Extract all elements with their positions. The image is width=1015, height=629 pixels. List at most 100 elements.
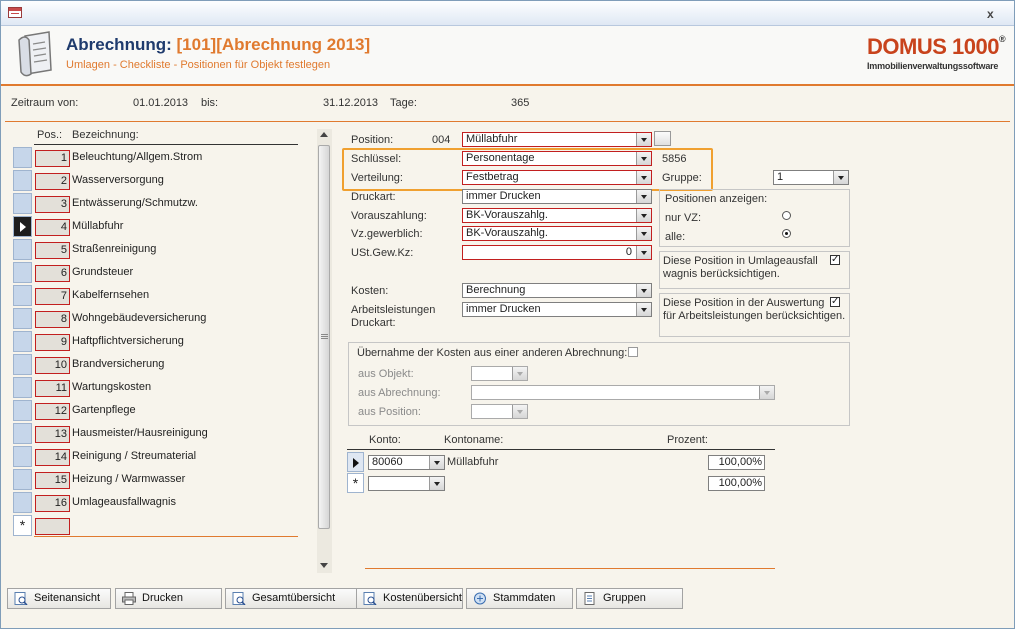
bezeichnung[interactable]: Wasserversorgung xyxy=(72,174,164,186)
list-item[interactable]: 3 Entwässerung/Schmutzw. xyxy=(13,193,299,216)
row-selector[interactable] xyxy=(13,216,32,237)
list-item[interactable]: 10 Brandversicherung xyxy=(13,354,299,377)
pos-number[interactable]: 13 xyxy=(35,426,70,443)
row-selector[interactable]: * xyxy=(13,515,32,536)
drucken-button[interactable]: Drucken xyxy=(115,588,222,609)
bezeichnung[interactable]: Umlageausfallwagnis xyxy=(72,496,176,508)
chevron-down-icon[interactable] xyxy=(636,190,651,203)
stammdaten-button[interactable]: Stammdaten xyxy=(466,588,573,609)
scroll-up-arrow[interactable] xyxy=(320,132,328,137)
chevron-down-icon[interactable] xyxy=(759,386,774,399)
chevron-down-icon[interactable] xyxy=(636,209,651,222)
new-pos-input[interactable] xyxy=(35,518,70,535)
bezeichnung[interactable]: Heizung / Warmwasser xyxy=(72,473,185,485)
row-selector[interactable] xyxy=(347,452,364,472)
uebernahme-checkbox[interactable] xyxy=(628,347,638,357)
pos-number[interactable]: 10 xyxy=(35,357,70,374)
bezeichnung[interactable]: Gartenpflege xyxy=(72,404,136,416)
list-item[interactable]: 15 Heizung / Warmwasser xyxy=(13,469,299,492)
list-item[interactable]: 8 Wohngebäudeversicherung xyxy=(13,308,299,331)
nur-vz-radio[interactable] xyxy=(782,211,791,220)
chevron-down-icon[interactable] xyxy=(833,171,848,184)
aus-objekt-select[interactable] xyxy=(471,366,528,381)
list-item[interactable]: 11 Wartungskosten xyxy=(13,377,299,400)
row-selector[interactable] xyxy=(13,147,32,168)
bezeichnung[interactable]: Kabelfernsehen xyxy=(72,289,149,301)
chevron-down-icon[interactable] xyxy=(512,405,527,418)
chevron-down-icon[interactable] xyxy=(429,456,444,469)
list-new-row[interactable]: * xyxy=(13,515,299,538)
bezeichnung[interactable]: Brandversicherung xyxy=(72,358,164,370)
vz-gewerblich-select[interactable]: BK-Vorauszahlg. xyxy=(462,226,652,241)
list-item[interactable]: 2 Wasserversorgung xyxy=(13,170,299,193)
gruppe-select[interactable]: 1 xyxy=(773,170,849,185)
prozent-new-input[interactable]: 100,00% xyxy=(708,476,765,491)
auswertung-checkbox[interactable]: ✓ xyxy=(830,297,840,307)
bezeichnung[interactable]: Hausmeister/Hausreinigung xyxy=(72,427,208,439)
list-item[interactable]: 6 Grundsteuer xyxy=(13,262,299,285)
aus-abrechnung-select[interactable] xyxy=(471,385,775,400)
pos-number[interactable]: 2 xyxy=(35,173,70,190)
bezeichnung[interactable]: Grundsteuer xyxy=(72,266,133,278)
pos-number[interactable]: 15 xyxy=(35,472,70,489)
pos-number[interactable]: 4 xyxy=(35,219,70,236)
list-item[interactable]: 14 Reinigung / Streumaterial xyxy=(13,446,299,469)
row-selector[interactable] xyxy=(13,400,32,421)
gruppen-button[interactable]: Gruppen xyxy=(576,588,683,609)
bezeichnung[interactable]: Müllabfuhr xyxy=(72,220,123,232)
row-selector[interactable] xyxy=(13,285,32,306)
ust-gew-select[interactable]: 0 xyxy=(462,245,652,260)
row-selector[interactable] xyxy=(13,262,32,283)
pos-number[interactable]: 3 xyxy=(35,196,70,213)
position-select[interactable]: Müllabfuhr xyxy=(462,132,652,147)
scroll-thumb[interactable] xyxy=(318,145,330,529)
kosten-select[interactable]: Berechnung xyxy=(462,283,652,298)
pos-number[interactable]: 6 xyxy=(35,265,70,282)
list-item[interactable]: 16 Umlageausfallwagnis xyxy=(13,492,299,515)
pos-number[interactable]: 14 xyxy=(35,449,70,466)
vorauszahlung-select[interactable]: BK-Vorauszahlg. xyxy=(462,208,652,223)
kostenuebersicht-button[interactable]: Kostenübersicht xyxy=(356,588,463,609)
list-item[interactable]: 13 Hausmeister/Hausreinigung xyxy=(13,423,299,446)
row-selector[interactable] xyxy=(13,423,32,444)
list-item[interactable]: 7 Kabelfernsehen xyxy=(13,285,299,308)
row-selector[interactable] xyxy=(13,469,32,490)
pos-number[interactable]: 9 xyxy=(35,334,70,351)
row-selector[interactable] xyxy=(13,193,32,214)
bezeichnung[interactable]: Reinigung / Streumaterial xyxy=(72,450,196,462)
row-selector[interactable] xyxy=(13,239,32,260)
arbeitsleistungen-select[interactable]: immer Drucken xyxy=(462,302,652,317)
verteilung-select[interactable]: Festbetrag xyxy=(462,170,652,185)
konto-select[interactable]: 80060 xyxy=(368,455,445,470)
chevron-down-icon[interactable] xyxy=(636,227,651,240)
row-selector[interactable] xyxy=(13,308,32,329)
chevron-down-icon[interactable] xyxy=(636,171,651,184)
bezeichnung[interactable]: Haftpflichtversicherung xyxy=(72,335,184,347)
row-selector[interactable] xyxy=(13,354,32,375)
umlageausfall-checkbox[interactable]: ✓ xyxy=(830,255,840,265)
aus-position-select[interactable] xyxy=(471,404,528,419)
bezeichnung[interactable]: Wohngebäudeversicherung xyxy=(72,312,206,324)
list-item[interactable]: 5 Straßenreinigung xyxy=(13,239,299,262)
chevron-down-icon[interactable] xyxy=(429,477,444,490)
bezeichnung[interactable]: Beleuchtung/Allgem.Strom xyxy=(72,151,202,163)
row-selector[interactable] xyxy=(13,492,32,513)
gesamtuebersicht-button[interactable]: Gesamtübersicht xyxy=(225,588,357,609)
prozent-input[interactable]: 100,00% xyxy=(708,455,765,470)
chevron-down-icon[interactable] xyxy=(636,303,651,316)
alle-radio[interactable] xyxy=(782,229,791,238)
bezeichnung[interactable]: Entwässerung/Schmutzw. xyxy=(72,197,198,209)
bezeichnung[interactable]: Wartungskosten xyxy=(72,381,151,393)
row-selector[interactable]: * xyxy=(347,473,364,493)
list-item[interactable]: 4 Müllabfuhr xyxy=(13,216,299,239)
chevron-down-icon[interactable] xyxy=(636,284,651,297)
row-selector[interactable] xyxy=(13,170,32,191)
position-detail-button[interactable] xyxy=(654,131,671,146)
close-button[interactable]: x xyxy=(987,7,994,21)
konto-new-select[interactable] xyxy=(368,476,445,491)
list-item[interactable]: 1 Beleuchtung/Allgem.Strom xyxy=(13,147,299,170)
row-selector[interactable] xyxy=(13,331,32,352)
list-scrollbar[interactable] xyxy=(317,129,332,573)
pos-number[interactable]: 5 xyxy=(35,242,70,259)
seitenansicht-button[interactable]: Seitenansicht xyxy=(7,588,111,609)
